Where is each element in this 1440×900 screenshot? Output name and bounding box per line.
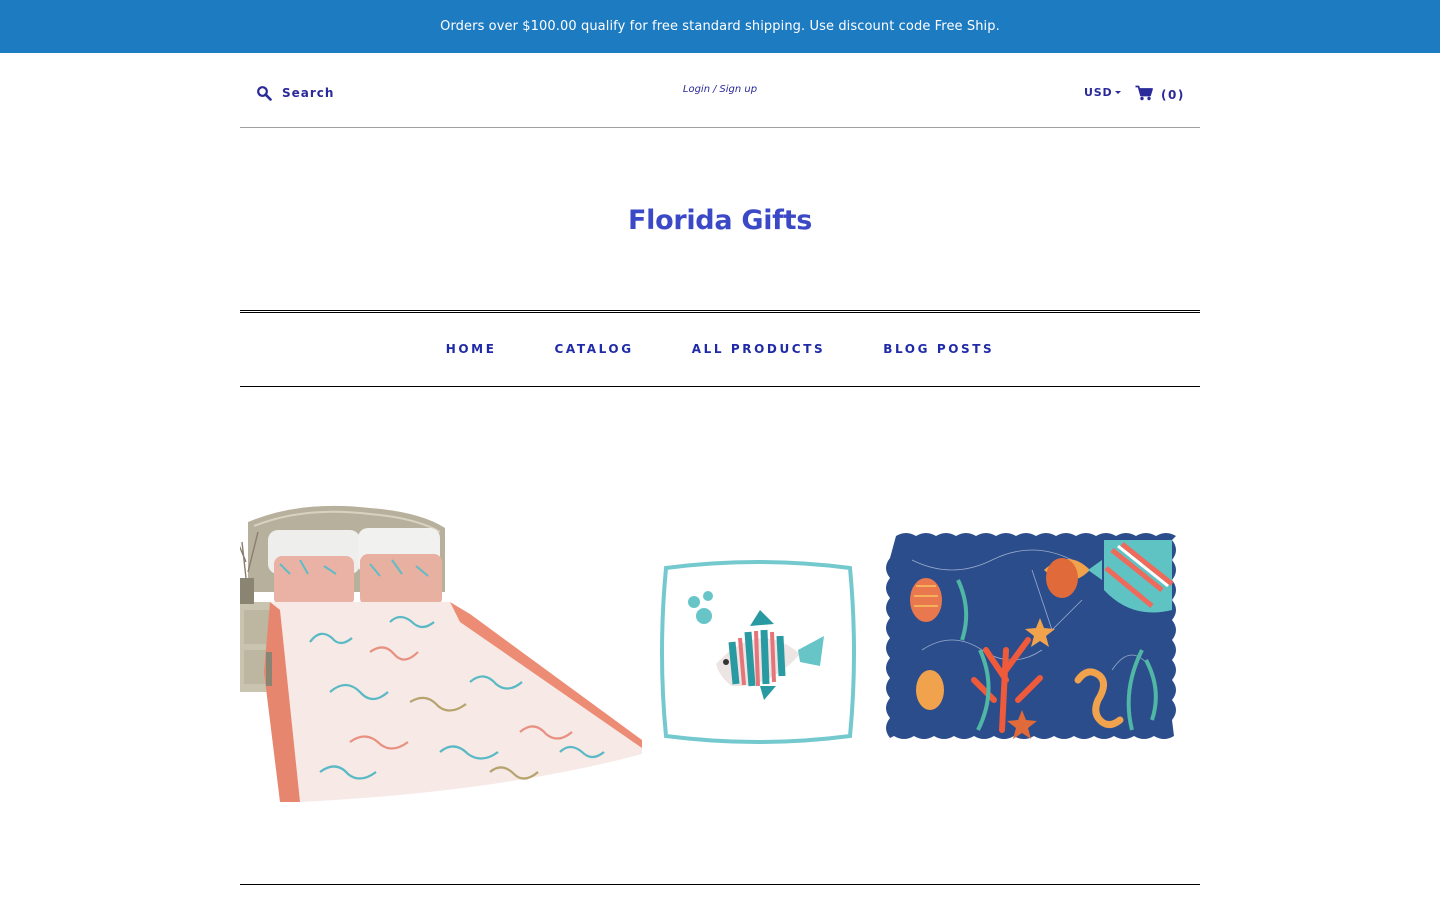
cart-button[interactable]: (0) [1135, 85, 1185, 105]
account-links: Login / Sign up [240, 84, 1200, 95]
nav-item-blog-posts[interactable]: BLOG POSTS [883, 342, 994, 356]
nav-item-home[interactable]: HOME [446, 342, 497, 356]
product-fish-pillow[interactable] [660, 558, 856, 748]
tropical-fish-pillow-image [660, 560, 856, 744]
product-coral-quilt[interactable] [235, 502, 645, 802]
nav-item-catalog[interactable]: CATALOG [555, 342, 634, 356]
caret-down-icon [1115, 91, 1122, 94]
account-separator: / [713, 84, 717, 95]
coral-quilt-bedding-image [235, 505, 642, 802]
footer-divider [240, 884, 1200, 885]
nav-item-all-products[interactable]: ALL PRODUCTS [692, 342, 826, 356]
signup-link[interactable]: Sign up [719, 84, 757, 95]
main-nav: HOME CATALOG ALL PRODUCTS BLOG POSTS [240, 310, 1200, 387]
cart-count: (0) [1161, 88, 1185, 102]
featured-products [235, 440, 1200, 840]
site-logo[interactable]: Florida Gifts [240, 205, 1200, 236]
product-sea-placemat[interactable] [882, 530, 1186, 748]
currency-selector[interactable]: USD [1084, 86, 1122, 99]
announcement-text: Orders over $100.00 qualify for free sta… [440, 19, 1000, 34]
announcement-bar: Orders over $100.00 qualify for free sta… [0, 0, 1440, 53]
currency-value: USD [1084, 86, 1113, 99]
top-bar: Search Login / Sign up USD (0) [240, 53, 1200, 128]
sea-life-placemat-image [886, 533, 1176, 739]
cart-icon [1135, 85, 1153, 105]
login-link[interactable]: Login [683, 84, 710, 95]
